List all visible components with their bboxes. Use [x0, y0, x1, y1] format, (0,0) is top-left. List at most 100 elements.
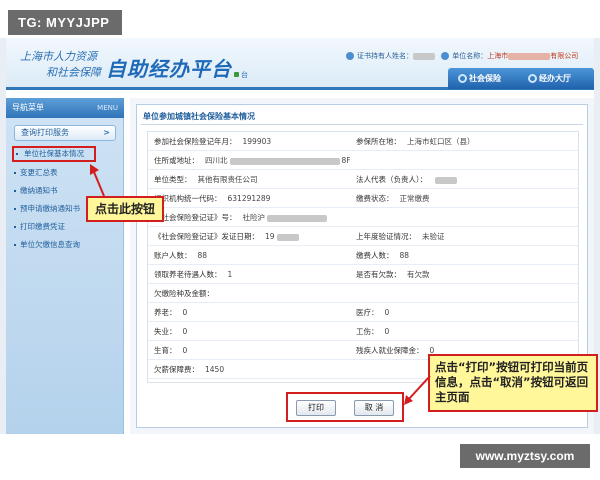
- field-value: 0: [182, 308, 188, 317]
- sound-label: 台: [241, 71, 248, 79]
- info-cell-right: [356, 151, 362, 170]
- field-value: 0: [384, 308, 390, 317]
- company-icon: [441, 52, 450, 60]
- user-icon: [346, 52, 354, 60]
- info-cell-right: 医疗： 0: [356, 303, 389, 322]
- user-label: 证书持有人姓名：: [357, 52, 413, 60]
- info-cell-right: 上年度验证情况： 未验证: [356, 227, 445, 246]
- info-row: 养老： 0 医疗： 0: [148, 303, 578, 322]
- nav-service-hall[interactable]: 经办大厅: [528, 71, 571, 86]
- info-cell-right: [356, 208, 362, 227]
- info-cell-left: 《社会保险登记证》号： 社险沪: [154, 208, 327, 227]
- social-insurance-icon: [458, 74, 467, 83]
- info-cell-right: [356, 360, 362, 379]
- field-label: 缴费状态：: [356, 194, 394, 203]
- sidebar-item-arrears-query[interactable]: 单位欠缴信息查询: [10, 236, 120, 254]
- top-nav: 社会保险 经办大厅: [448, 68, 594, 89]
- sidebar: 导航菜单 MENU 查询打印服务 > 单位社保基本情况 变更汇总表 缴纳通知书 预申…: [6, 98, 124, 434]
- callout-click-button: 点击此按钮: [86, 196, 164, 222]
- field-label: 残疾人就业保障金：: [356, 346, 424, 355]
- nav-label: 经办大厅: [539, 74, 571, 83]
- info-cell-left: 领取养老待遇人数： 1: [154, 265, 232, 284]
- logo-line-2: 和社会保障: [46, 66, 101, 79]
- print-button[interactable]: 打印: [296, 400, 336, 416]
- field-label: 《社会保险登记证》发证日期：: [154, 232, 259, 241]
- field-label: 生育：: [154, 346, 177, 355]
- info-cell-right: 残疾人就业保障金： 0: [356, 341, 434, 360]
- info-cell-left: 养老： 0: [154, 303, 187, 322]
- info-cell-left: 单位类型： 其他有限责任公司: [154, 170, 258, 189]
- field-value: 0: [182, 327, 188, 336]
- field-value: 其他有限责任公司: [197, 175, 258, 184]
- app-title: 自助经办平台: [106, 57, 232, 81]
- info-row: 失业： 0 工伤： 0: [148, 322, 578, 341]
- panel-title: 单位参加城镇社会保险基本情况: [143, 112, 255, 121]
- field-label: 养老：: [154, 308, 177, 317]
- field-label: 参加社会保险登记年月：: [154, 137, 237, 146]
- info-cell-left: 参加社会保险登记年月： 199903: [154, 132, 271, 151]
- info-cell-left: 失业： 0: [154, 322, 187, 341]
- field-label: 上年度验证情况：: [356, 232, 416, 241]
- field-label: 是否有欠款：: [356, 270, 401, 279]
- speaker-icon: [234, 72, 239, 77]
- info-row: 《社会保险登记证》发证日期： 19 上年度验证情况： 未验证: [148, 227, 578, 246]
- field-value: 631291289: [227, 194, 271, 203]
- sidebar-item-change-summary[interactable]: 变更汇总表: [10, 164, 120, 182]
- info-cell-right: 参保所在地： 上海市虹口区（县）: [356, 132, 475, 151]
- sidebar-header: 导航菜单 MENU: [6, 98, 124, 118]
- info-row: 住所或地址： 四川北 8F: [148, 151, 578, 170]
- redacted-date: [276, 233, 299, 241]
- field-label: 《社会保险登记证》号：: [154, 213, 237, 222]
- service-hall-icon: [528, 74, 537, 83]
- field-value: 88: [197, 251, 208, 260]
- field-label: 欠薪保障费：: [154, 365, 199, 374]
- info-row: 欠缴险种及金额：: [148, 284, 578, 303]
- info-row: 账户人数： 88 缴费人数： 88: [148, 246, 578, 265]
- sound-toggle[interactable]: 台: [234, 70, 248, 80]
- nav-label: 社会保险: [469, 74, 501, 83]
- field-value: 有欠款: [407, 270, 430, 279]
- info-cell-left: 账户人数： 88: [154, 246, 207, 265]
- field-label: 领取养老待遇人数：: [154, 270, 222, 279]
- sidebar-item-basic-info[interactable]: 单位社保基本情况: [12, 146, 96, 162]
- info-cell-right: 法人代表（负责人）：: [356, 170, 458, 189]
- info-table: 参加社会保险登记年月： 199903 参保所在地： 上海市虹口区（县） 住所或地址： 四川…: [147, 131, 579, 383]
- field-value: 19: [265, 232, 275, 241]
- logo-line-1: 上海市人力资源: [20, 50, 97, 63]
- company-suffix: 有限公司: [550, 52, 579, 60]
- field-label: 医疗：: [356, 308, 379, 317]
- sidebar-title: 导航菜单: [12, 103, 44, 112]
- info-cell-right: 缴费人数： 88: [356, 246, 409, 265]
- menu-label: MENU: [97, 104, 118, 112]
- info-cell-right: 工伤： 0: [356, 322, 389, 341]
- sidebar-group-query-print[interactable]: 查询打印服务 >: [14, 125, 116, 141]
- company-label: 单位名称：: [452, 52, 488, 60]
- panel-divider: [141, 124, 583, 125]
- cancel-button[interactable]: 取 消: [354, 400, 394, 416]
- info-row: 组织机构统一代码： 631291289 缴费状态： 正常缴费: [148, 189, 578, 208]
- info-cell-left: 组织机构统一代码： 631291289: [154, 189, 270, 208]
- field-label: 组织机构统一代码：: [154, 194, 222, 203]
- watermark-top: TG: MYYJJPP: [8, 10, 122, 35]
- redacted-company: [508, 52, 551, 60]
- info-cell-left: 生育： 0: [154, 341, 187, 360]
- callout-print-hint: 点击“打印”按钮可打印当前页信息，点击“取消”按钮可返回主页面: [428, 354, 598, 412]
- info-cell-right: 是否有欠款： 有欠款: [356, 265, 430, 284]
- redacted-cert-no: [267, 214, 327, 222]
- field-value: 199903: [242, 137, 272, 146]
- watermark-bottom: www.myztsy.com: [460, 444, 590, 468]
- field-value: 1: [227, 270, 233, 279]
- redacted-legal-rep: [435, 176, 458, 184]
- field-value: 上海市虹口区（县）: [407, 137, 475, 146]
- info-cell-left: 欠薪保障费： 1450: [154, 360, 224, 379]
- user-info-bar: 证书持有人姓名： 单位名称：上海市 有限公司: [346, 48, 594, 64]
- company-value: 上海市: [487, 52, 509, 60]
- nav-social-insurance[interactable]: 社会保险: [458, 71, 501, 86]
- field-value: 88: [399, 251, 410, 260]
- info-row: 参加社会保险登记年月： 199903 参保所在地： 上海市虹口区（县）: [148, 132, 578, 151]
- field-label: 工伤：: [356, 327, 379, 336]
- field-label: 欠缴险种及金额：: [154, 289, 214, 298]
- info-row: 单位类型： 其他有限责任公司 法人代表（负责人）：: [148, 170, 578, 189]
- info-cell-left: 欠缴险种及金额：: [154, 284, 220, 303]
- field-label: 法人代表（负责人）：: [356, 175, 428, 184]
